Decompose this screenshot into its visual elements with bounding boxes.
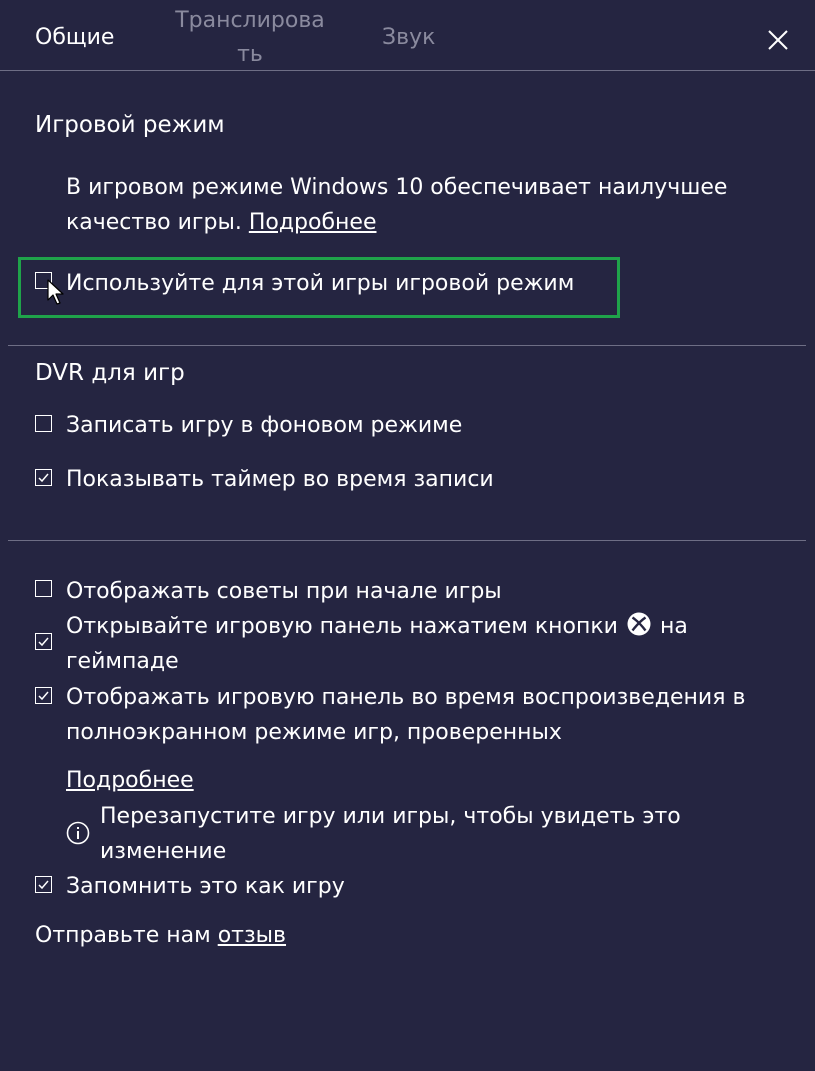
record-background-label[interactable]: Записать игру в фоновом режиме (66, 408, 462, 443)
open-with-gamepad-text: Открывайте игровую панель нажатием кнопк… (66, 614, 618, 639)
show-timer-label[interactable]: Показывать таймер во время записи (66, 462, 494, 497)
info-icon (66, 821, 90, 845)
section-divider-1 (8, 345, 806, 346)
open-with-gamepad-label[interactable]: Открывайте игровую панель нажатием кнопк… (66, 609, 786, 679)
mouse-cursor-icon (47, 279, 64, 305)
section-divider-2 (8, 540, 806, 541)
show-fullscreen-label[interactable]: Отображать игровую панель во время воспр… (66, 680, 786, 750)
game-mode-heading: Игровой режим (35, 112, 225, 138)
checkmark-icon (38, 637, 49, 647)
game-mode-description: В игровом режиме Windows 10 обеспечивает… (66, 170, 786, 240)
fullscreen-learn-more-wrap: Подробнее (66, 763, 194, 798)
checkmark-icon (38, 880, 49, 890)
tab-sound[interactable]: Звук (382, 22, 435, 54)
header-divider (0, 70, 815, 71)
game-mode-description-text: В игровом режиме Windows 10 обеспечивает… (66, 175, 728, 235)
dvr-heading: DVR для игр (35, 360, 185, 386)
open-with-gamepad-checkbox[interactable] (35, 633, 52, 650)
xbox-logo-icon (627, 612, 651, 636)
feedback-prefix: Отправьте нам (35, 923, 211, 948)
show-tips-checkbox[interactable] (35, 580, 52, 597)
show-timer-checkbox[interactable] (35, 469, 52, 486)
record-background-checkbox[interactable] (35, 415, 52, 432)
show-tips-label[interactable]: Отображать советы при начале игры (66, 574, 502, 609)
game-mode-learn-more-link[interactable]: Подробнее (249, 210, 377, 235)
checkmark-icon (38, 473, 49, 483)
feedback-line: Отправьте нам отзыв (35, 918, 286, 953)
close-icon (768, 30, 788, 50)
remember-game-label[interactable]: Запомнить это как игру (66, 869, 345, 904)
game-mode-checkbox-label[interactable]: Используйте для этой игры игровой режим (66, 266, 574, 301)
fullscreen-learn-more-link[interactable]: Подробнее (66, 768, 194, 793)
feedback-link[interactable]: отзыв (218, 923, 286, 948)
restart-notice: Перезапустите игру или игры, чтобы увиде… (100, 804, 681, 864)
checkmark-icon (38, 691, 49, 701)
tab-stream[interactable]: Транслирова ть (166, 4, 334, 72)
close-button[interactable] (760, 22, 796, 58)
remember-game-checkbox[interactable] (35, 876, 52, 893)
show-fullscreen-checkbox[interactable] (35, 687, 52, 704)
tab-general[interactable]: Общие (35, 22, 114, 54)
